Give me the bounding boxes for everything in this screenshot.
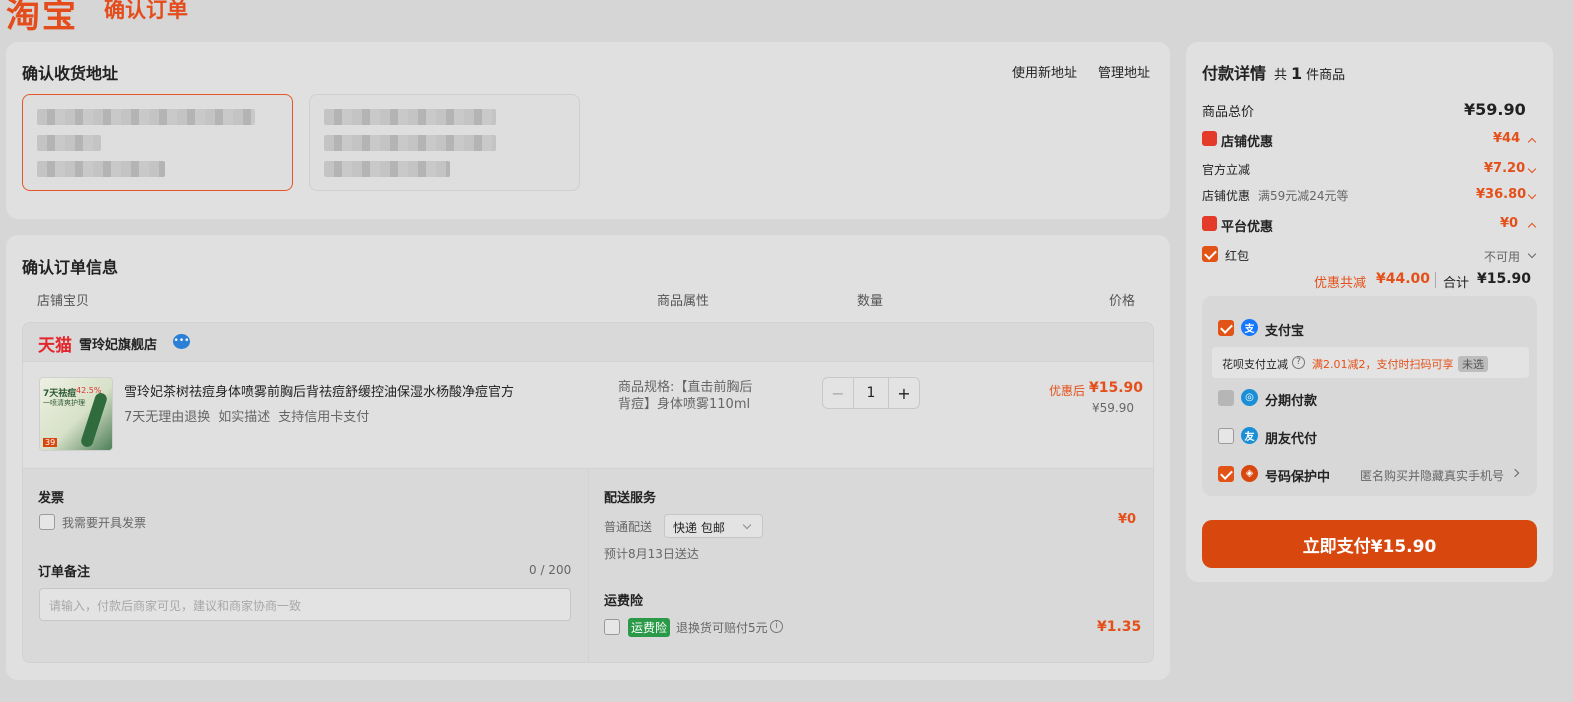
delivery-price: ¥0	[1118, 512, 1137, 527]
invoice-remark-panel	[22, 468, 588, 663]
payment-title: 付款详情	[1202, 64, 1267, 83]
service-return: 7天无理由退换	[124, 410, 211, 425]
total-label: 商品总价	[1202, 105, 1255, 120]
huabei-label: 花呗支付立减	[1222, 358, 1288, 371]
manage-address-link[interactable]: 管理地址	[1098, 62, 1150, 81]
delivery-select-value: 快递 包邮	[673, 521, 725, 535]
quantity-minus-button[interactable]: −	[823, 378, 854, 408]
discount-price: ¥15.90	[1089, 380, 1144, 396]
product-title[interactable]: 雪玲妃茶树祛痘身体喷雾前胸后背祛痘舒缓控油保湿水杨酸净痘官方	[124, 381, 514, 400]
address-redacted-line	[324, 109, 496, 125]
page-title: 确认订单	[104, 0, 188, 22]
installment-icon: ◎	[1241, 389, 1258, 406]
divider	[1435, 272, 1436, 288]
delivery-title: 配送服务	[604, 491, 657, 506]
address-redacted-line	[324, 135, 496, 151]
shop-discount-label: 店铺优惠	[1221, 135, 1274, 150]
shop-promo-value: ¥36.80	[1476, 187, 1527, 202]
address-redacted-line	[324, 161, 450, 177]
payment-title-row: 付款详情 共 1 件商品	[1202, 60, 1345, 84]
redpack-label: 红包	[1225, 249, 1250, 263]
order-section-title: 确认订单信息	[22, 258, 119, 277]
coupon-icon	[1202, 216, 1217, 231]
invoice-title: 发票	[38, 491, 65, 506]
service-accurate: 如实描述	[218, 410, 271, 425]
pay-now-button[interactable]: 立即支付¥15.90	[1202, 520, 1537, 568]
chevron-down-icon	[742, 520, 752, 530]
privacy-checkbox[interactable]	[1218, 466, 1234, 482]
column-header-item: 店铺宝贝	[37, 294, 90, 309]
shield-icon: ◈	[1241, 465, 1258, 482]
address-option-selected[interactable]	[22, 94, 293, 191]
product-spec: 商品规格:【直击前胸后背痘】身体喷雾110ml	[618, 380, 753, 412]
huabei-tag: 未选	[1458, 356, 1488, 372]
alipay-checkbox[interactable]	[1218, 320, 1234, 336]
official-discount-value: ¥7.20	[1484, 161, 1526, 176]
shop-name[interactable]: 雪玲妃旗舰店	[79, 334, 157, 353]
delivery-eta: 预计8月13日送达	[604, 547, 699, 561]
remark-counter: 0 / 200	[529, 563, 572, 577]
address-option[interactable]	[309, 94, 580, 191]
column-header-qty: 数量	[857, 294, 884, 309]
remark-input[interactable]: 请输入，付款后商家可见，建议和商家协商一致	[39, 588, 571, 621]
product-thumbnail[interactable]: 7天祛痘 42.5% 一喷清爽护理 39	[39, 377, 113, 451]
taobao-logo[interactable]: 淘宝	[6, 0, 78, 37]
insurance-desc: 退换货可赔付5元	[676, 621, 768, 635]
official-discount-label: 官方立减	[1202, 163, 1251, 177]
invoice-checkbox-label[interactable]: 我需要开具发票	[62, 514, 146, 531]
discount-label: 优惠后	[1049, 384, 1086, 398]
friend-pay-label[interactable]: 朋友代付	[1265, 428, 1317, 447]
delivery-type: 普通配送	[604, 520, 653, 534]
original-price: ¥59.90	[1092, 401, 1134, 415]
insurance-price: ¥1.35	[1097, 619, 1142, 635]
shop-discount-value: ¥44	[1493, 131, 1521, 146]
shop-bar	[22, 322, 1154, 362]
quantity-stepper: − 1 +	[822, 377, 920, 409]
use-new-address-link[interactable]: 使用新地址	[1012, 62, 1077, 81]
delivery-panel	[588, 468, 1154, 663]
help-icon[interactable]: ?	[1292, 356, 1305, 369]
delivery-select[interactable]: 快递 包邮	[664, 514, 763, 538]
saved-value: ¥44.00	[1376, 271, 1431, 287]
platform-discount-value: ¥0	[1500, 216, 1519, 231]
friend-pay-checkbox[interactable]	[1218, 428, 1234, 444]
address-redacted-line	[37, 135, 101, 151]
saved-label: 优惠共减	[1314, 276, 1367, 291]
shop-icon	[1202, 131, 1217, 146]
service-credit-card: 支持信用卡支付	[278, 410, 370, 425]
insurance-tag: 运费险	[628, 618, 671, 637]
invoice-checkbox[interactable]	[39, 514, 55, 530]
shop-promo-desc: 满59元减24元等	[1258, 189, 1349, 203]
address-section-title: 确认收货地址	[22, 64, 119, 83]
chat-icon[interactable]: •••	[173, 334, 190, 349]
platform-discount-label: 平台优惠	[1221, 220, 1274, 235]
column-header-price: 价格	[1109, 294, 1136, 309]
installment-label[interactable]: 分期付款	[1265, 390, 1317, 409]
address-redacted-line	[37, 161, 165, 177]
insurance-title: 运费险	[604, 594, 644, 609]
sum-label: 合计	[1443, 276, 1470, 291]
redpack-checkbox[interactable]	[1202, 246, 1218, 262]
insurance-checkbox[interactable]	[604, 619, 620, 635]
column-header-attrs: 商品属性	[657, 294, 710, 309]
address-redacted-line	[37, 109, 255, 125]
item-count: 1	[1291, 64, 1303, 83]
total-value: ¥59.90	[1464, 100, 1526, 119]
alipay-icon: 支	[1241, 319, 1258, 336]
huabei-promo: 满2.01减2，支付时扫码可享	[1312, 358, 1454, 371]
alipay-label[interactable]: 支付宝	[1265, 320, 1304, 339]
tmall-logo: 天猫	[38, 336, 72, 356]
shop-promo-label: 店铺优惠	[1202, 189, 1251, 203]
redpack-value: 不可用	[1484, 250, 1521, 264]
privacy-desc[interactable]: 匿名购买并隐藏真实手机号	[1360, 467, 1504, 484]
sum-value: ¥15.90	[1477, 271, 1532, 287]
privacy-label[interactable]: 号码保护中	[1265, 466, 1330, 485]
friend-pay-icon: 友	[1241, 427, 1258, 444]
quantity-value[interactable]: 1	[854, 378, 888, 408]
quantity-plus-button[interactable]: +	[888, 378, 919, 408]
info-icon[interactable]: i	[770, 620, 783, 633]
installment-checkbox[interactable]	[1218, 390, 1234, 406]
remark-title: 订单备注	[38, 565, 91, 580]
product-services: 7天无理由退换 如实描述 支持信用卡支付	[124, 406, 369, 425]
